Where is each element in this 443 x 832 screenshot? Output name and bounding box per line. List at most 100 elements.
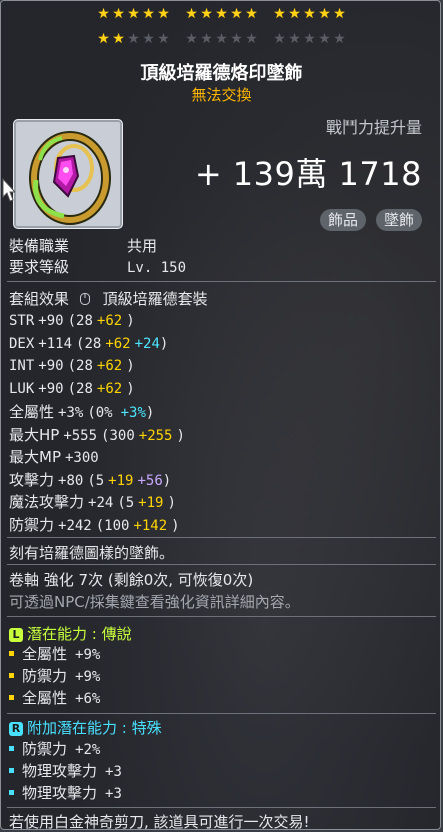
star-filled-icon: ★ (333, 6, 346, 22)
bullet-icon (9, 695, 14, 700)
star-filled-icon: ★ (112, 6, 125, 22)
stat-total: +24 (88, 495, 114, 511)
combat-power-value: + 139萬 1718 (194, 155, 422, 193)
additional-potential-header: R 附加潛在能力 : 特殊 (9, 717, 162, 738)
potential-line: 防禦力 +9% (9, 665, 100, 686)
stat-close: ) (126, 313, 135, 329)
stat-total: +90 (38, 313, 64, 329)
stat-total: +242 (58, 517, 92, 534)
stat-close: ) (176, 427, 185, 444)
item-icon-frame (13, 119, 123, 229)
star-group: ★ ★ ★ ★ ★ (185, 7, 259, 21)
stat-base: (5 (87, 472, 105, 489)
stat-base: (0% (87, 405, 113, 421)
option-value: +6% (75, 691, 101, 707)
option-name: 防禦力 (22, 740, 68, 758)
rare-badge-icon: R (9, 722, 23, 736)
star-filled-icon: ★ (245, 6, 258, 22)
star-filled-icon: ★ (303, 6, 316, 22)
stat-total: +300 (65, 450, 99, 466)
star-group: ★ ★ ★ ★ ★ (97, 32, 171, 46)
stat-close: ) (167, 495, 176, 511)
option-name: 物理攻擊力 (22, 784, 98, 802)
option-name: 防禦力 (22, 667, 68, 685)
star-empty-icon: ★ (157, 31, 170, 47)
star-group: ★ ★ ★ ★ ★ (185, 32, 259, 46)
star-empty-icon: ★ (215, 31, 228, 47)
stat-name: 魔法攻擊力 (9, 493, 85, 511)
star-empty-icon: ★ (318, 31, 331, 47)
stat-row: 最大MP +300 (9, 446, 111, 467)
job-label: 裝備職業 (9, 237, 70, 255)
option-name: 全屬性 (22, 645, 68, 663)
stat-bonus: +19 (138, 495, 164, 511)
stat-close: ) (145, 405, 155, 421)
option-value: +3 (105, 764, 122, 780)
option-name: 物理攻擊力 (22, 762, 98, 780)
potential-line: 全屬性 +9% (9, 643, 100, 664)
level-label: 要求等級 (9, 258, 70, 276)
stat-bonus: +62 (96, 358, 123, 374)
stat-row: 最大HP +555 (300 +255) (9, 424, 185, 445)
divider (7, 807, 436, 808)
star-row-2: ★ ★ ★ ★ ★ ★ ★ ★ ★ ★ ★ ★ ★ ★ ★ (1, 32, 442, 46)
star-filled-icon: ★ (200, 6, 213, 22)
star-empty-icon: ★ (127, 31, 140, 47)
star-empty-icon: ★ (245, 31, 258, 47)
bullet-icon (9, 746, 14, 751)
tag-accessory: 飾品 (319, 209, 366, 231)
scroll-info: 卷軸 強化 7次 (剩餘0次, 可恢復0次) (9, 571, 254, 589)
set-effect-row[interactable]: 套組效果 頂級培羅德套裝 (9, 288, 208, 309)
stat-name: DEX (9, 335, 35, 352)
star-filled-icon: ★ (112, 31, 125, 47)
stat-total: +80 (58, 472, 84, 489)
stat-row: STR +90 (28 +62) (9, 311, 135, 329)
set-effect-value: 頂級培羅德套裝 (102, 290, 208, 308)
star-empty-icon: ★ (333, 31, 346, 47)
star-empty-icon: ★ (185, 31, 198, 47)
trade-hint: 若使用白金神奇剪刀, 該道具可進行一次交易! (9, 813, 310, 831)
divider (7, 281, 436, 282)
mouse-icon (79, 293, 90, 305)
item-name: 頂級培羅德烙印墜飾 (140, 63, 303, 84)
option-value: +9% (75, 647, 101, 663)
stat-name: 最大MP (9, 448, 61, 466)
combat-power-label: 戰鬥力提升量 (325, 118, 422, 137)
star-filled-icon: ★ (157, 6, 170, 22)
hand-cursor-icon (2, 177, 15, 202)
stat-base: (28 (67, 380, 93, 397)
set-effect-label: 套組效果 (9, 290, 70, 308)
option-value: +9% (75, 669, 101, 685)
additional-potential-line: 物理攻擊力 +3 (9, 782, 122, 803)
star-filled-icon: ★ (230, 6, 243, 22)
star-filled-icon: ★ (97, 31, 110, 47)
bullet-icon (9, 768, 14, 773)
additional-potential-label: 附加潛在能力 : 特殊 (27, 719, 162, 737)
bullet-icon (9, 790, 14, 795)
star-empty-icon: ★ (303, 31, 316, 47)
stat-bonus-2: +24 (134, 335, 160, 352)
divider (7, 616, 436, 617)
star-filled-icon: ★ (288, 6, 301, 22)
option-value: +3 (105, 786, 122, 802)
potential-line: 全屬性 +6% (9, 687, 100, 708)
tag-pendant: 墜飾 (375, 209, 422, 231)
stat-base: (28 (67, 313, 93, 329)
option-name: 全屬性 (22, 689, 68, 707)
stat-bonus: +142 (133, 517, 168, 534)
stat-total: +114 (38, 335, 73, 352)
star-empty-icon: ★ (200, 31, 213, 47)
star-filled-icon: ★ (127, 6, 140, 22)
stat-row: 全屬性 +3% (0% +3%) (9, 401, 154, 422)
star-empty-icon: ★ (142, 31, 155, 47)
stat-name: 攻擊力 (9, 470, 55, 489)
stat-row: INT +90 (28 +62) (9, 356, 135, 374)
stat-base: (100 (95, 517, 130, 534)
star-empty-icon: ★ (273, 31, 286, 47)
star-row-1: ★ ★ ★ ★ ★ ★ ★ ★ ★ ★ ★ ★ ★ ★ ★ (1, 7, 442, 21)
bullet-icon (9, 673, 14, 678)
potential-header: L 潛在能力 : 傳說 (9, 623, 132, 644)
additional-potential-line: 防禦力 +2% (9, 738, 100, 759)
job-row: 裝備職業 共用 (9, 235, 157, 256)
stat-bonus-2: +3% (120, 405, 146, 421)
